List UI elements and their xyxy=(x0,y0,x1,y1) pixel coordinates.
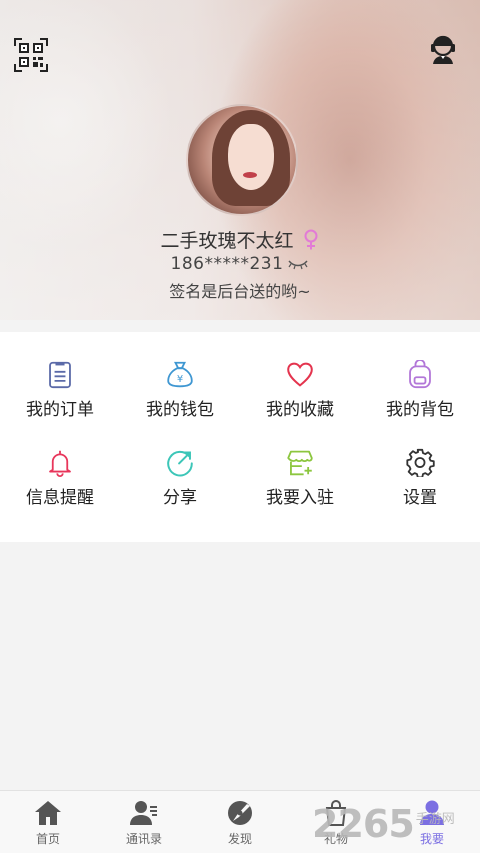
money-bag-icon: ¥ xyxy=(167,361,193,388)
menu-label: 设置 xyxy=(403,488,437,508)
nickname-row: 二手玫瑰不太红 xyxy=(0,226,480,253)
tab-gift[interactable]: 礼物 xyxy=(288,791,384,853)
tab-me[interactable]: 我要 xyxy=(384,791,480,853)
gift-icon xyxy=(325,800,347,826)
menu-label: 信息提醒 xyxy=(26,488,94,508)
eye-closed-icon[interactable] xyxy=(287,258,309,270)
menu-item-notifications[interactable]: 信息提醒 xyxy=(0,420,120,508)
signature: 签名是后台送的哟~ xyxy=(169,282,311,301)
home-icon xyxy=(35,801,61,825)
menu-label: 分享 xyxy=(163,488,197,508)
phone-number: 186*****231 xyxy=(170,254,284,274)
tab-discover[interactable]: 发现 xyxy=(192,791,288,853)
menu-item-backpack[interactable]: 我的背包 xyxy=(360,332,480,420)
avatar-lips xyxy=(243,172,257,178)
menu-item-favorites[interactable]: 我的收藏 xyxy=(240,332,360,420)
function-menu: 我的订单 ¥ 我的钱包 我的收藏 我的背包 信息提醒 分享 我要入驻 设置 xyxy=(0,332,480,542)
contacts-icon xyxy=(130,801,157,825)
customer-service-icon[interactable] xyxy=(428,34,458,66)
phone-row: 186*****231 xyxy=(0,254,480,274)
svg-text:¥: ¥ xyxy=(177,374,183,385)
menu-label: 我的订单 xyxy=(26,400,94,420)
menu-item-share[interactable]: 分享 xyxy=(120,420,240,508)
menu-label: 我的收藏 xyxy=(266,400,334,420)
avatar-face xyxy=(228,124,274,190)
menu-item-join[interactable]: 我要入驻 xyxy=(240,420,360,508)
menu-item-wallet[interactable]: ¥ 我的钱包 xyxy=(120,332,240,420)
menu-label: 我要入驻 xyxy=(266,488,334,508)
nickname: 二手玫瑰不太红 xyxy=(160,230,294,252)
tab-contacts[interactable]: 通讯录 xyxy=(96,791,192,853)
menu-label: 我的钱包 xyxy=(146,400,214,420)
tab-label: 通讯录 xyxy=(125,832,162,846)
bottom-tab-bar: 首页 通讯录 发现 礼物 我要 xyxy=(0,790,480,853)
share-icon xyxy=(167,450,193,477)
profile-header: 二手玫瑰不太红 186*****231 签名是后台送的哟~ xyxy=(0,0,480,320)
order-list-icon xyxy=(49,361,71,389)
menu-item-settings[interactable]: 设置 xyxy=(360,420,480,508)
tab-label: 发现 xyxy=(227,832,252,846)
qr-code-icon[interactable] xyxy=(14,38,48,72)
backpack-icon xyxy=(409,360,431,389)
store-icon xyxy=(287,450,313,476)
gear-icon xyxy=(406,448,435,477)
discover-icon xyxy=(228,801,252,825)
tab-home[interactable]: 首页 xyxy=(0,791,96,853)
tab-label: 我要 xyxy=(419,832,444,846)
tab-label: 礼物 xyxy=(323,832,348,846)
heart-icon xyxy=(287,362,313,387)
menu-label: 我的背包 xyxy=(386,400,454,420)
avatar[interactable] xyxy=(186,104,298,216)
female-icon xyxy=(304,229,317,249)
bell-icon xyxy=(49,450,71,477)
tab-label: 首页 xyxy=(35,832,60,846)
profile-icon xyxy=(420,800,444,825)
menu-item-orders[interactable]: 我的订单 xyxy=(0,332,120,420)
